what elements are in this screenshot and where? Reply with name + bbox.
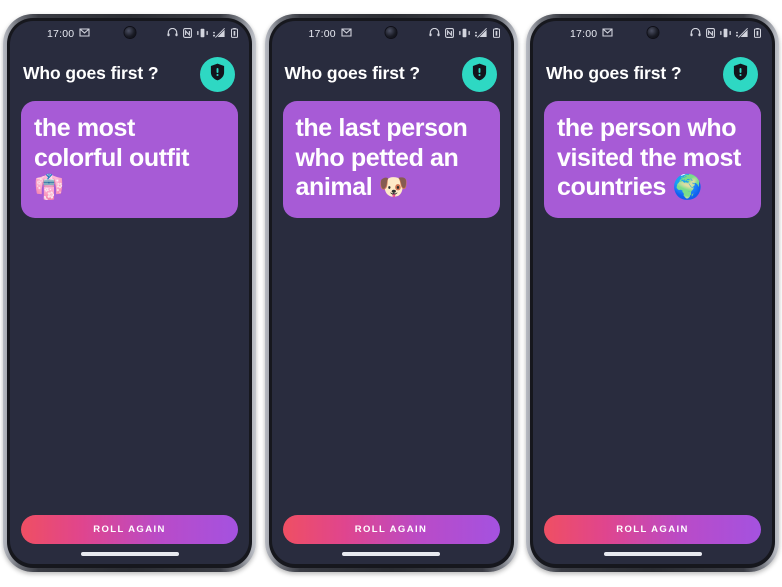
front-camera-punch-hole-icon: [647, 27, 658, 38]
bottom-action-area-3: ROLL AGAIN: [533, 515, 772, 544]
status-bar-left-2: 17:00: [309, 28, 352, 40]
system-nav-bar-2: [272, 544, 511, 564]
front-camera-punch-hole-icon: [385, 27, 397, 38]
screenshot-stage: 17:00 Who goes first ? the most colorful…: [0, 0, 782, 587]
page-title: Who goes first ?: [23, 63, 159, 84]
prompt-card-area-3: the person who visited the most countrie…: [533, 95, 772, 515]
shield-alert-icon: [733, 63, 748, 86]
shield-alert-icon: [210, 63, 225, 86]
roll-again-button[interactable]: ROLL AGAIN: [282, 515, 500, 544]
status-bar-right-3: [690, 27, 761, 41]
nfc-icon: [183, 27, 192, 41]
system-nav-bar-1: [10, 544, 249, 564]
message-icon: [79, 28, 90, 40]
status-bar-right-1: [167, 27, 238, 41]
app-header-1: Who goes first ?: [10, 47, 249, 95]
app-header-3: Who goes first ?: [533, 47, 772, 95]
message-icon: [602, 28, 613, 40]
page-title: Who goes first ?: [284, 63, 421, 84]
phone-bezel-1: 17:00 Who goes first ? the most colorful…: [7, 18, 252, 568]
phone-device-2: 17:00 Who goes first ? the last person w…: [264, 14, 518, 572]
vibrate-icon: [720, 28, 731, 41]
status-bar-3: 17:00: [533, 21, 772, 47]
prompt-card-2[interactable]: the last person who petted an animal 🐶: [282, 101, 500, 218]
phone-screen-3: 17:00 Who goes first ? the person who vi…: [533, 21, 772, 564]
status-bar-clock: 17:00: [308, 28, 336, 40]
signal-icon: [213, 27, 226, 41]
prompt-card-3[interactable]: the person who visited the most countrie…: [544, 101, 761, 218]
phone-device-3: 17:00 Who goes first ? the person who vi…: [526, 14, 779, 572]
front-camera-punch-hole-icon: [124, 27, 135, 38]
globe-africa-emoji: 🌍: [672, 173, 703, 201]
nfc-icon: [706, 27, 715, 41]
prompt-text: the person who visited the most countrie…: [557, 114, 741, 201]
phone-bezel-2: 17:00 Who goes first ? the last person w…: [268, 18, 514, 568]
signal-icon: [736, 27, 749, 41]
status-bar-2: 17:00: [272, 21, 511, 47]
nfc-icon: [444, 27, 454, 41]
headset-icon: [428, 27, 440, 40]
battery-icon: [231, 27, 238, 41]
shield-alert-icon: [472, 63, 487, 86]
message-icon: [341, 28, 352, 40]
dog-face-emoji: 🐶: [378, 173, 409, 201]
headset-icon: [167, 27, 178, 40]
system-nav-bar-3: [533, 544, 772, 564]
status-bar-right-2: [428, 27, 500, 41]
headset-icon: [690, 27, 701, 40]
signal-icon: [474, 27, 488, 41]
prompt-card-area-1: the most colorful outfit 👘: [10, 95, 249, 515]
status-bar-left-3: 17:00: [570, 28, 613, 40]
status-bar-clock: 17:00: [47, 28, 75, 40]
home-indicator-pill[interactable]: [342, 552, 440, 556]
bottom-action-area-2: ROLL AGAIN: [272, 515, 511, 544]
shield-alert-badge-button[interactable]: [200, 56, 235, 92]
bottom-action-area-1: ROLL AGAIN: [10, 515, 249, 544]
prompt-text: the most colorful outfit: [34, 114, 190, 172]
prompt-card-1[interactable]: the most colorful outfit 👘: [21, 101, 238, 218]
phone-screen-1: 17:00 Who goes first ? the most colorful…: [10, 21, 249, 564]
vibrate-icon: [458, 28, 470, 41]
phone-screen-2: 17:00 Who goes first ? the last person w…: [271, 21, 511, 564]
status-bar-clock: 17:00: [570, 28, 598, 40]
battery-icon: [492, 27, 500, 41]
roll-again-button[interactable]: ROLL AGAIN: [544, 515, 761, 544]
home-indicator-pill[interactable]: [603, 552, 702, 556]
battery-icon: [754, 27, 761, 41]
phone-bezel-3: 17:00 Who goes first ? the person who vi…: [530, 18, 775, 568]
page-title: Who goes first ?: [546, 63, 682, 84]
shield-alert-badge-button[interactable]: [723, 56, 758, 92]
vibrate-icon: [197, 28, 208, 41]
status-bar-1: 17:00: [10, 21, 249, 47]
prompt-card-area-2: the last person who petted an animal 🐶: [272, 95, 511, 515]
roll-again-button[interactable]: ROLL AGAIN: [21, 515, 238, 544]
home-indicator-pill[interactable]: [80, 552, 179, 556]
shield-alert-badge-button[interactable]: [461, 56, 497, 92]
phone-device-1: 17:00 Who goes first ? the most colorful…: [3, 14, 256, 572]
status-bar-left-1: 17:00: [47, 28, 90, 40]
kimono-emoji: 👘: [34, 173, 64, 201]
app-header-2: Who goes first ?: [272, 47, 511, 95]
